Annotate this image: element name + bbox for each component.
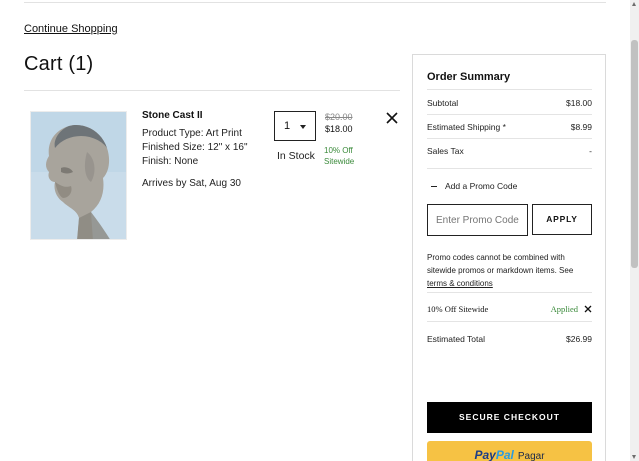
promo-terms-body: Promo codes cannot be combined with site… bbox=[427, 253, 574, 275]
remove-promo-button[interactable] bbox=[584, 305, 592, 313]
paypal-logo-part2: Pal bbox=[495, 448, 514, 461]
promo-terms-text: Promo codes cannot be combined with site… bbox=[427, 251, 595, 290]
estimated-total-label: Estimated Total bbox=[427, 334, 485, 344]
quantity-value: 1 bbox=[284, 120, 291, 132]
secure-checkout-button[interactable]: SECURE CHECKOUT bbox=[427, 402, 592, 433]
minus-icon bbox=[431, 186, 437, 188]
summary-divider bbox=[427, 168, 592, 169]
current-price: $18.00 bbox=[325, 124, 353, 134]
cart-divider bbox=[24, 90, 400, 91]
shipping-label: Estimated Shipping * bbox=[427, 122, 506, 132]
promo-code-input[interactable] bbox=[427, 204, 528, 236]
item-name[interactable]: Stone Cast II bbox=[142, 110, 262, 121]
estimated-total-row: Estimated Total $26.99 bbox=[427, 334, 592, 344]
shipping-row: Estimated Shipping * $8.99 bbox=[427, 122, 592, 132]
portrait-artwork bbox=[31, 112, 126, 239]
summary-divider bbox=[427, 292, 592, 293]
sales-tax-row: Sales Tax - bbox=[427, 146, 592, 156]
add-promo-label: Add a Promo Code bbox=[445, 181, 518, 191]
cart-item-details: Stone Cast II Product Type: Art Print Fi… bbox=[142, 110, 262, 189]
chevron-down-icon bbox=[300, 125, 306, 129]
item-product-type: Product Type: Art Print bbox=[142, 128, 242, 139]
subtotal-label: Subtotal bbox=[427, 98, 459, 108]
top-divider bbox=[24, 2, 606, 3]
paypal-button[interactable]: PayPal Pagar bbox=[427, 441, 592, 461]
quantity-select[interactable]: 1 bbox=[274, 111, 316, 141]
vertical-scrollbar[interactable] bbox=[630, 0, 639, 461]
scroll-up-arrow-icon[interactable] bbox=[632, 2, 636, 6]
paypal-logo-part1: Pay bbox=[474, 448, 496, 461]
summary-divider bbox=[427, 138, 592, 139]
applied-promo-name: 10% Off Sitewide bbox=[427, 304, 489, 314]
original-price: $20.00 bbox=[325, 112, 353, 122]
summary-divider bbox=[427, 114, 592, 115]
item-promo-note-line1: 10% Off bbox=[324, 146, 353, 155]
scrollbar-thumb[interactable] bbox=[631, 40, 638, 268]
subtotal-value: $18.00 bbox=[566, 98, 592, 108]
add-promo-code-toggle[interactable]: Add a Promo Code bbox=[431, 181, 517, 191]
sales-tax-value: - bbox=[589, 146, 592, 156]
applied-status: Applied bbox=[550, 304, 578, 314]
close-icon bbox=[386, 112, 398, 124]
close-icon bbox=[584, 305, 592, 313]
summary-divider bbox=[427, 321, 592, 322]
terms-conditions-link[interactable]: terms & conditions bbox=[427, 279, 493, 288]
summary-divider bbox=[427, 89, 592, 90]
order-summary-title: Order Summary bbox=[427, 71, 511, 83]
order-summary-panel: Order Summary Subtotal $18.00 Estimated … bbox=[412, 54, 606, 461]
remove-item-button[interactable] bbox=[384, 110, 400, 126]
shipping-value: $8.99 bbox=[570, 122, 592, 132]
subtotal-row: Subtotal $18.00 bbox=[427, 98, 592, 108]
item-finished-size: Finished Size: 12" x 16" bbox=[142, 142, 248, 153]
item-arrival-date: Arrives by Sat, Aug 30 bbox=[142, 178, 241, 189]
paypal-label: Pagar bbox=[517, 451, 545, 461]
sales-tax-label: Sales Tax bbox=[427, 146, 464, 156]
stock-status: In Stock bbox=[277, 150, 315, 162]
item-finish: Finish: None bbox=[142, 156, 199, 167]
product-image[interactable] bbox=[30, 111, 127, 240]
applied-promo-row: 10% Off Sitewide Applied bbox=[427, 304, 592, 314]
scroll-down-arrow-icon[interactable] bbox=[632, 455, 636, 459]
item-promo-note-line2: Sitewide bbox=[324, 157, 355, 166]
continue-shopping-link[interactable]: Continue Shopping bbox=[24, 23, 118, 35]
apply-promo-button[interactable]: APPLY bbox=[532, 204, 592, 235]
estimated-total-value: $26.99 bbox=[566, 334, 592, 344]
item-promo-note: 10% Off Sitewide bbox=[324, 145, 354, 167]
cart-title: Cart (1) bbox=[24, 53, 94, 75]
